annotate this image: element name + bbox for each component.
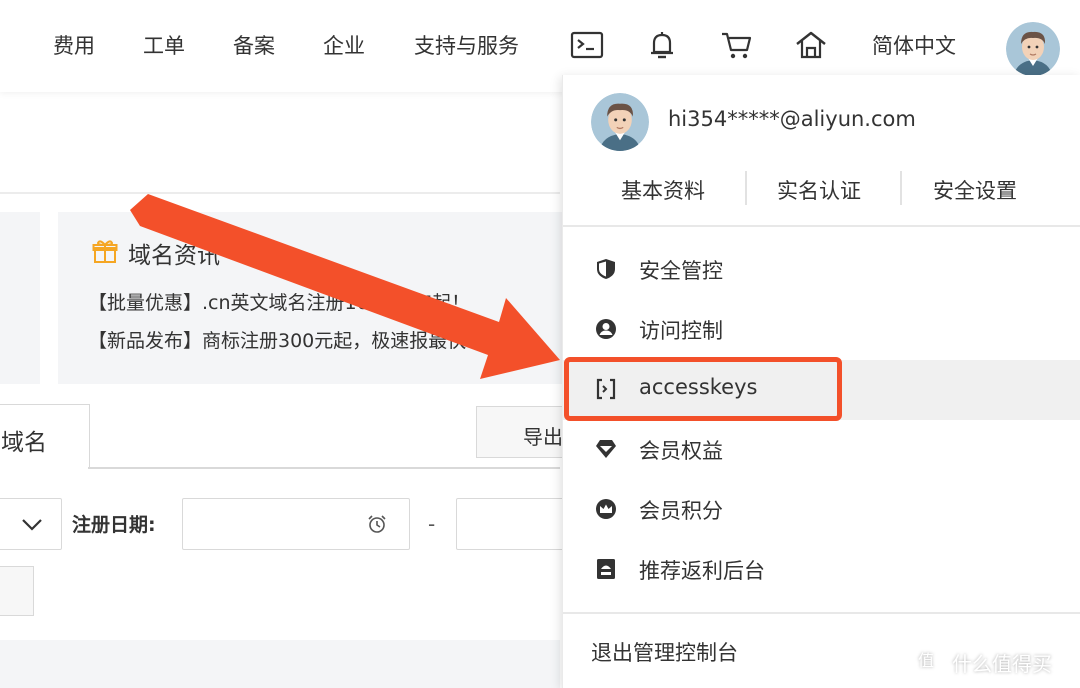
gift-icon (92, 240, 118, 263)
watermark-text: 什么值得买 (952, 652, 1052, 676)
search-button[interactable] (0, 566, 34, 616)
link-separator (745, 171, 747, 205)
highlight-box-annotation (564, 357, 842, 421)
nav-icp-filing[interactable]: 备案 (233, 32, 275, 60)
language-switcher[interactable]: 简体中文 (872, 32, 956, 60)
nav-tickets[interactable]: 工单 (143, 32, 185, 60)
cart-icon[interactable] (720, 28, 754, 62)
logout-link[interactable]: 退出管理控制台 (591, 637, 738, 667)
security-settings-link[interactable]: 安全设置 (933, 175, 1017, 205)
menu-item-member-points[interactable]: 会员积分 (563, 480, 1080, 540)
account-email: hi354*****@aliyun.com (668, 107, 916, 131)
real-name-auth-link[interactable]: 实名认证 (777, 175, 861, 205)
user-avatar[interactable] (1006, 22, 1060, 76)
menu-item-label: 推荐返利后台 (639, 559, 765, 583)
menu-item-referral-dashboard[interactable]: 推荐返利后台 (563, 540, 1080, 600)
menu-item-label: 会员积分 (639, 499, 723, 523)
menu-item-label: 访问控制 (639, 319, 723, 343)
menu-item-label: 安全管控 (639, 259, 723, 283)
news-item-promo[interactable]: 【批量优惠】.cn英文域名注册16元/首年起！ (88, 288, 470, 315)
svg-text:值: 值 (918, 651, 934, 670)
tab-underline (88, 467, 560, 469)
menu-item-member-benefits[interactable]: 会员权益 (563, 420, 1080, 480)
smzdm-logo-icon: 值 (911, 645, 941, 675)
nav-billing[interactable]: 费用 (53, 32, 95, 60)
alarm-clock-icon (368, 515, 386, 533)
table-header-area (0, 640, 560, 688)
menu-item-security-control[interactable]: 安全管控 (563, 240, 1080, 300)
nav-enterprise[interactable]: 企业 (323, 32, 365, 60)
link-separator (900, 171, 902, 205)
filter-select[interactable] (0, 498, 62, 550)
export-button[interactable]: 导出 (476, 406, 576, 458)
tab-domains[interactable]: 域名 (0, 404, 90, 468)
bell-icon[interactable] (645, 28, 679, 62)
user-circle-icon (596, 319, 616, 339)
dropdown-avatar (591, 93, 649, 151)
domain-news-title: 域名资讯 (128, 243, 220, 269)
menu-divider (563, 225, 1080, 227)
home-icon[interactable] (794, 28, 828, 62)
shield-icon (597, 259, 615, 279)
news-item-product[interactable]: 【新品发布】商标注册300元起，极速报最快1分 (88, 326, 497, 353)
crown-icon (596, 499, 616, 519)
side-panel (0, 212, 40, 384)
end-date-input[interactable] (456, 498, 576, 550)
diamond-icon (596, 440, 616, 458)
menu-item-access-control[interactable]: 访问控制 (563, 300, 1080, 360)
content-divider (0, 192, 560, 194)
menu-divider (563, 612, 1080, 614)
start-date-input[interactable] (182, 498, 410, 550)
date-range-separator: - (428, 512, 436, 536)
registration-date-label: 注册日期: (72, 514, 156, 536)
menu-item-label: 会员权益 (639, 439, 723, 463)
dashboard-icon (597, 559, 615, 579)
chevron-down-icon (22, 519, 42, 531)
nav-support[interactable]: 支持与服务 (414, 32, 519, 60)
basic-profile-link[interactable]: 基本资料 (621, 175, 705, 205)
terminal-icon[interactable] (570, 28, 604, 62)
